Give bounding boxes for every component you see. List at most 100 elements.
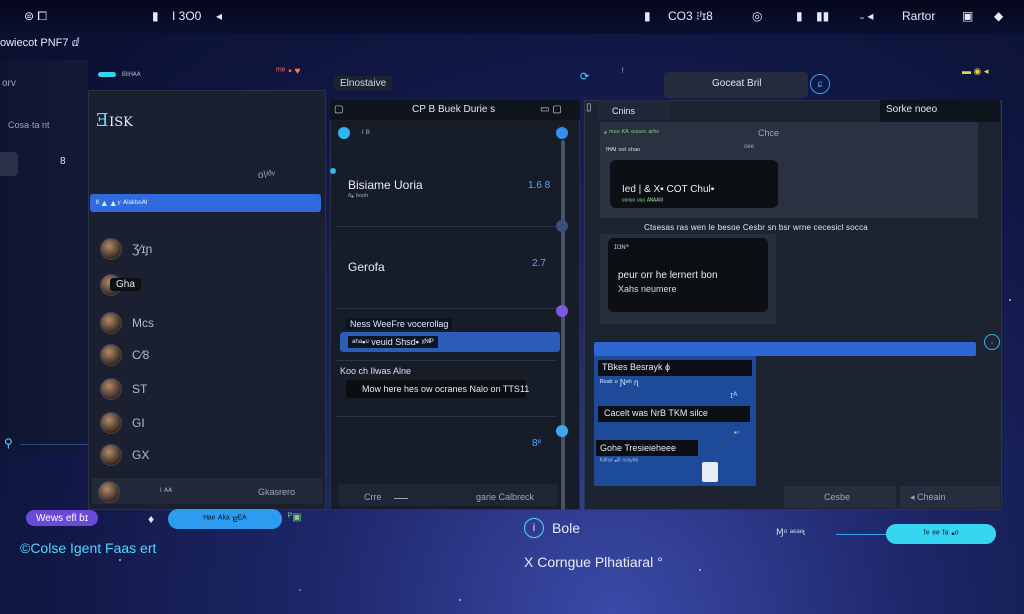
avatar[interactable] — [98, 481, 120, 503]
contact-name: GX — [132, 448, 150, 462]
pin-icon[interactable]: ▮ — [796, 9, 803, 23]
connector-line — [836, 534, 886, 535]
battery-label: I 3O0 — [172, 9, 202, 23]
send-button[interactable]: ᴴᵃᵉ ᴬᵏᵃ ɐᴱᴬ — [168, 509, 282, 529]
chat-scrollbar[interactable] — [561, 140, 565, 510]
quoted-message-text: Mow here hes ow ocranes Nalo on TTS11 — [362, 384, 530, 394]
circle-icon[interactable]: ◎ — [752, 9, 762, 23]
row-divider — [336, 226, 556, 227]
conversation-title[interactable]: Bisiame Uoria — [348, 178, 423, 192]
message-tags: ▪ ᵐᵉᵒ ᴷᴬ ᵉᵘᵉᵉᵒ ᵃʳʰᵉ — [604, 128, 660, 137]
list-item[interactable]: C⁄8 — [100, 342, 320, 372]
list-item[interactable]: Mcs — [100, 310, 320, 340]
row-divider — [336, 416, 556, 417]
signal-icon: ▮▮ — [816, 9, 830, 23]
window-title: owiecot PNF7 ⅆ — [0, 37, 80, 49]
date-divider: Ctsesas ras wen le besoe Cesbr sn bsr wr… — [644, 223, 868, 232]
list-item[interactable]: Ʒ⁄ɪɲ — [100, 236, 320, 266]
top-bar: ⊜ ⧠ ▮ I 3O0 ◂ ▮ CO3 ⁝ᴵɪ8 ◎ ▮ ▮▮ ˗ ◂ Rart… — [0, 0, 1024, 34]
list-item[interactable]: Gha — [100, 272, 320, 302]
info-icon[interactable]: i — [524, 518, 544, 538]
mic-icon[interactable]: ♦ — [148, 512, 154, 526]
caption-text: ©Colse Igent Faas ert — [20, 540, 157, 556]
refresh-icon[interactable]: ⟳ — [580, 70, 589, 83]
selected-message-text: ᵃʰᵃ▪ᵘ veuid Shsd▪ ᵡᴺᴵᴾ — [348, 336, 438, 348]
minus-icon[interactable]: ˗ ◂ — [860, 9, 873, 23]
row-divider — [336, 360, 556, 361]
left-strip — [0, 60, 88, 450]
badge-count: 8ᵉ — [532, 438, 542, 449]
detail-card-link: Gohe Tresieieheee — [600, 443, 677, 453]
warning-icon: ▪▫ — [734, 428, 740, 437]
message-sender: ɪɑɴᵃ — [614, 242, 629, 251]
center-caption: X Corngue Plhatiaral ° — [524, 554, 663, 570]
message-text: peur or‌r he lernert bon — [618, 270, 718, 281]
status-pill[interactable]: Wews efl ɓɪ — [26, 510, 99, 526]
chat-panel — [330, 100, 580, 510]
avatar — [100, 444, 122, 466]
window-icon[interactable]: ▣ — [962, 9, 973, 23]
left-strip-label: orv — [2, 78, 16, 89]
scroll-marker-icon[interactable] — [556, 425, 568, 437]
scroll-top-icon[interactable] — [556, 127, 568, 139]
scroll-marker-icon[interactable] — [556, 220, 568, 232]
header-meta: ᴵᴮᴵᴴᴬᴬ — [122, 70, 141, 80]
row-divider — [336, 308, 556, 309]
avatar — [100, 238, 122, 260]
contact-name: Mcs — [132, 316, 154, 330]
right-header-text: Sorke noeo — [886, 104, 938, 115]
chat-header-icon[interactable]: ▢ — [334, 104, 343, 115]
window-controls-icon[interactable]: ⊜ ⧠ — [24, 9, 47, 24]
scroll-down-icon[interactable]: ◦ — [984, 334, 1000, 350]
app-logo: ƎISK — [96, 110, 133, 131]
action-pill[interactable]: ᶠᵉ ᵉᵉ ᶠᵃ ▪ᵒ — [886, 524, 996, 544]
left-strip-section: Cosa·ta nt — [8, 120, 50, 130]
input-placeholder: Crre — [364, 492, 382, 502]
accent-bar — [98, 72, 116, 77]
message-meta: ᵒᵉᵉ — [744, 142, 755, 152]
document-icon[interactable] — [702, 462, 718, 482]
bottom-right-label: Ɱᵒ ᵃᵉᵃᵉɩ — [776, 527, 806, 537]
footer-status: ᴵ ᴬᴬ — [160, 486, 173, 496]
detail-card-sub: ᴷᴬʰᵉᴵ ▪ᴵᴵᴵ ᵒᵒᵃʸᴬᵇ — [600, 458, 639, 465]
section-label: Koo ch Ilwas Alne — [340, 366, 412, 376]
contact-name: ST — [132, 382, 148, 396]
right-action-label: Cesbe — [824, 492, 851, 502]
reply-preview: Ness WeeFre vocerollag — [346, 318, 453, 330]
right-tab-label: Cnins — [612, 106, 636, 116]
user-status-dot[interactable] — [338, 127, 350, 139]
avatar — [100, 344, 122, 366]
status-label: CO3 ⁝ᴵɪ8 — [668, 9, 713, 23]
left-strip-tab[interactable] — [0, 152, 18, 176]
chat-header-actions[interactable]: ▭ ▢ — [540, 104, 562, 115]
list-item[interactable]: GI — [100, 410, 320, 440]
header-icons[interactable]: ᵐᵉ ▪ ♥ — [276, 66, 300, 77]
list-item[interactable]: ST — [100, 376, 320, 406]
diamond-icon[interactable]: ◆ — [994, 9, 1003, 23]
conversation-time: 2.7 — [532, 258, 546, 269]
right-top-label: Goceat Bril — [712, 78, 762, 89]
pin-icon[interactable]: ᵎ — [622, 66, 624, 77]
chat-top-label: Elnostaive — [334, 76, 393, 91]
right-panel-handle[interactable]: ▯ — [586, 102, 592, 113]
message-subtitle: ᶠᴴᴬᴵ ᵒᵒᴵ ᵉʰᵃᵒ — [606, 146, 641, 155]
center-label: Bole — [552, 520, 581, 536]
right-info-icon[interactable]: ɕ — [810, 74, 830, 94]
list-item[interactable]: GX — [100, 442, 320, 472]
avatar — [100, 378, 122, 400]
right-header-icons[interactable]: ▬ ◉ ◂ — [962, 66, 988, 77]
message-meta-line: ᵉᵒᵒᵉᵒ ᵉᵉᵃ ᴬᴺᴬᴬᴵᴵᴵ — [622, 198, 663, 205]
message-text-line2: Xahs neumere — [618, 284, 677, 294]
input-cursor — [394, 498, 408, 499]
chat-header-title: CP B Buek Durie s — [412, 104, 496, 115]
send-icon[interactable]: ◂ — [216, 9, 222, 23]
detail-card-badge: ɪᴬ — [730, 390, 738, 400]
conversation-subtitle: ᶞ▪ ᵇᵒᵒʰ — [348, 192, 369, 201]
conversation-title[interactable]: Gerofa — [348, 260, 385, 274]
link-icon[interactable]: ⚲ — [4, 436, 13, 450]
scroll-marker-icon[interactable] — [556, 305, 568, 317]
input-hint: garie Calbreck — [476, 492, 535, 502]
highlight-bar[interactable] — [594, 342, 976, 356]
avatar — [100, 312, 122, 334]
attach-icon[interactable]: ᴾ▣ — [288, 512, 302, 523]
